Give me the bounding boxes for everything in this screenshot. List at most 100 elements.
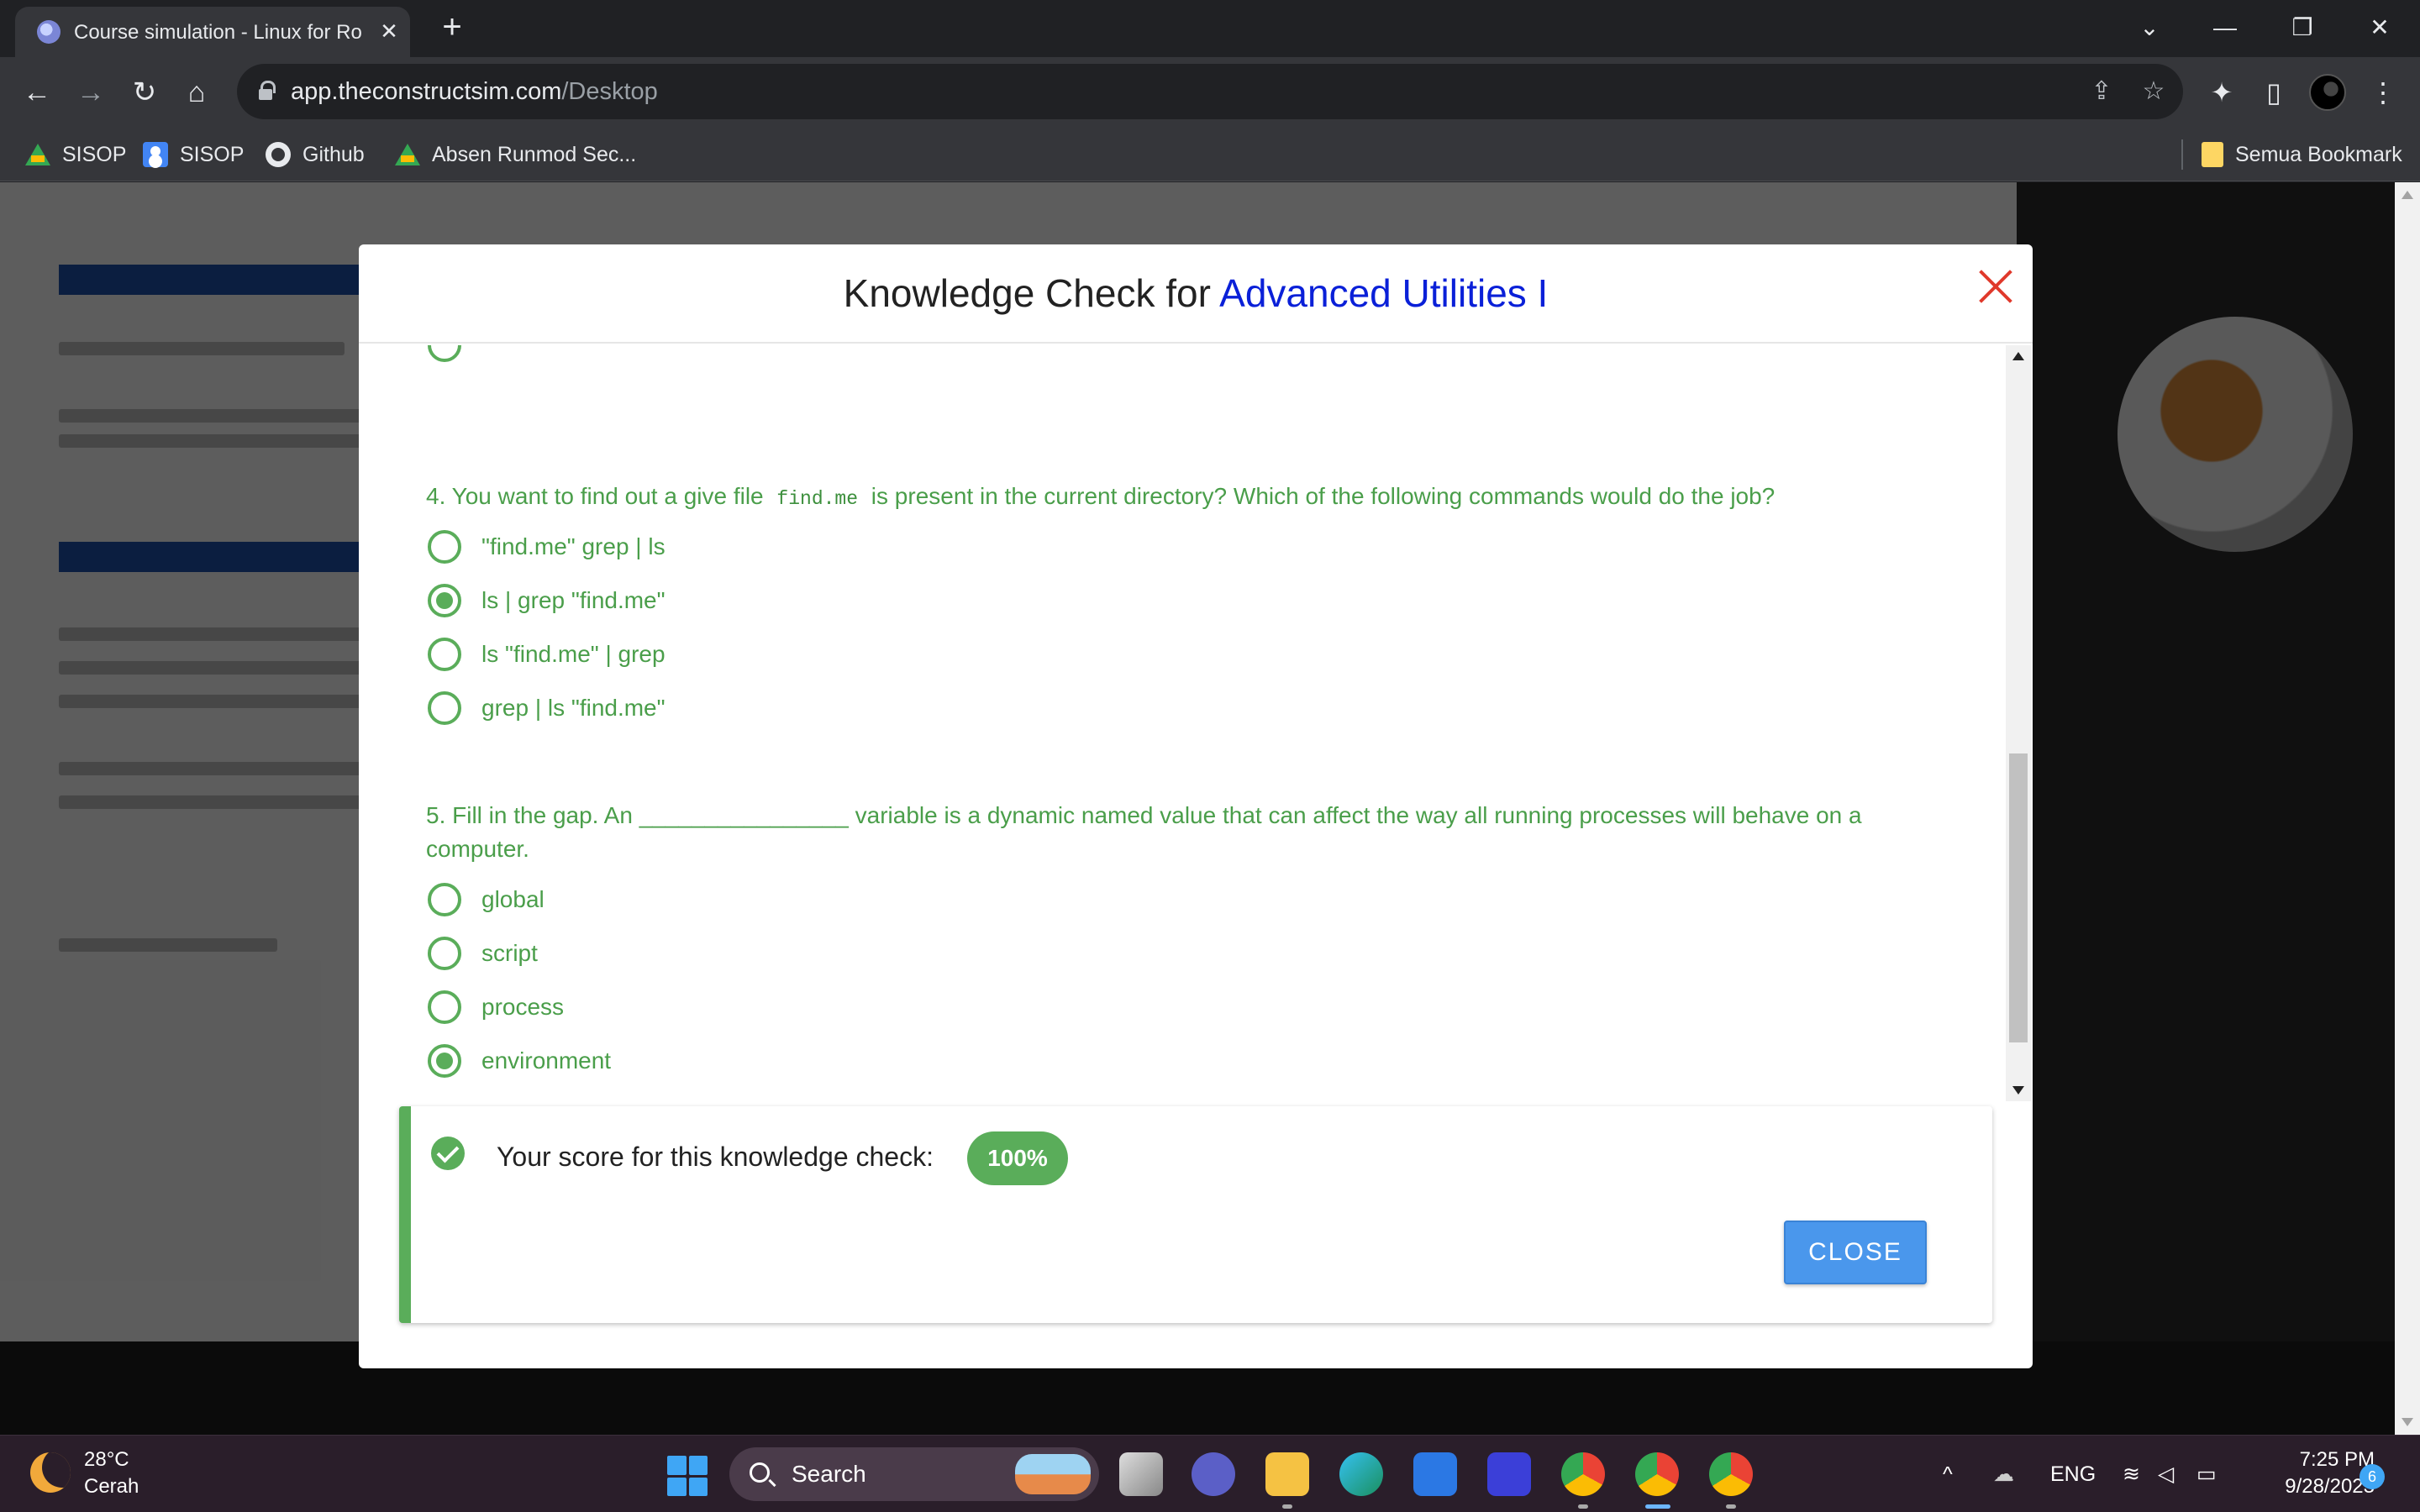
extensions-icon[interactable]: ✦	[2200, 71, 2244, 114]
scroll-up-arrow-icon[interactable]	[2402, 191, 2413, 199]
knowledge-check-modal: Knowledge Check for Advanced Utilities I…	[359, 244, 2033, 1368]
modal-scrollbar[interactable]	[2006, 345, 2031, 1101]
weather-desc[interactable]: Cerah	[84, 1474, 139, 1499]
tab-strip: Course simulation - Linux for Ro ✕ + ⌄ —…	[0, 0, 2420, 57]
option-label[interactable]: grep | ls "find.me"	[481, 691, 666, 725]
option-label[interactable]: "find.me" grep | ls	[481, 530, 666, 564]
chrome-profile-1-icon[interactable]	[1709, 1452, 1753, 1496]
bookmark-star-icon[interactable]: ☆	[2134, 72, 2173, 111]
wifi-icon[interactable]: ≋	[2123, 1459, 2140, 1489]
scroll-down-arrow-icon[interactable]	[2012, 1086, 2024, 1095]
q5-option-2[interactable]: script	[428, 935, 538, 972]
option-label[interactable]: global	[481, 883, 544, 916]
forward-icon[interactable]: →	[69, 71, 113, 114]
question-5-text: 5. Fill in the gap. An ________________ …	[426, 802, 1862, 862]
browser-tab-active[interactable]: Course simulation - Linux for Ro ✕	[15, 7, 410, 57]
page-scrollbar[interactable]	[2395, 182, 2420, 1435]
bookmark-label: Github	[302, 142, 365, 166]
restore-button[interactable]: ❐	[2277, 7, 2328, 49]
q4-option-3[interactable]: ls "find.me" | grep	[428, 636, 666, 673]
close-button[interactable]: CLOSE	[1784, 1221, 1927, 1284]
score-badge: 100%	[967, 1131, 1068, 1185]
radio-button[interactable]	[428, 530, 461, 564]
chrome-profile-p-icon[interactable]	[1561, 1452, 1605, 1496]
google-drive-icon	[395, 144, 420, 165]
construct-favicon-icon	[37, 20, 60, 44]
score-card: Your score for this knowledge check: 100…	[399, 1106, 1992, 1323]
q4-option-1[interactable]: "find.me" grep | ls	[428, 528, 666, 565]
option-label[interactable]: ls "find.me" | grep	[481, 638, 666, 671]
tray-overflow-icon[interactable]: ^	[1943, 1459, 1953, 1489]
share-icon[interactable]: ⇪	[2082, 72, 2121, 111]
clock-date[interactable]: 9/28/2023	[2240, 1474, 2375, 1499]
question-4-text-before: 4. You want to find out a give file	[426, 483, 771, 509]
bookmark-sisop-drive[interactable]: SISOP	[25, 138, 126, 171]
battery-icon[interactable]: ▭	[2196, 1459, 2217, 1489]
q4-option-4[interactable]: grep | ls "find.me"	[428, 690, 666, 727]
side-panel-icon[interactable]: ▯	[2252, 71, 2296, 114]
back-icon[interactable]: ←	[15, 71, 59, 114]
radio-button[interactable]	[428, 691, 461, 725]
volume-icon[interactable]: ◁	[2158, 1459, 2174, 1489]
url-host: app.theconstructsim.com	[291, 78, 562, 105]
reload-icon[interactable]: ↻	[123, 71, 166, 114]
app-icon[interactable]	[1487, 1452, 1531, 1496]
minimize-button[interactable]: —	[2200, 7, 2250, 49]
tab-title: Course simulation - Linux for Ro	[74, 21, 362, 44]
window-close-button[interactable]: ✕	[2354, 7, 2405, 49]
radio-button-selected[interactable]	[428, 584, 461, 617]
question-4-text-after: is present in the current directory? Whi…	[865, 483, 1776, 509]
file-explorer-icon[interactable]	[1265, 1452, 1309, 1496]
radio-button[interactable]	[428, 937, 461, 970]
option-label[interactable]: script	[481, 937, 538, 970]
q4-option-2[interactable]: ls | grep "find.me"	[428, 582, 666, 619]
clock-time[interactable]: 7:25 PM	[2274, 1447, 2375, 1473]
scroll-up-arrow-icon[interactable]	[2012, 352, 2024, 360]
profile-avatar[interactable]	[2309, 74, 2346, 111]
app-running-indicator	[1282, 1504, 1292, 1509]
option-label[interactable]: ls | grep "find.me"	[481, 584, 666, 617]
weather-temp[interactable]: 28°C	[84, 1447, 129, 1473]
radio-button[interactable]	[428, 883, 461, 916]
app-running-indicator	[1578, 1504, 1588, 1509]
tab-search-icon[interactable]: ⌄	[2124, 7, 2175, 49]
browser-toolbar: ← → ↻ ⌂ app.theconstructsim.com/Desktop …	[0, 57, 2420, 128]
onedrive-icon[interactable]: ☁	[1993, 1459, 2014, 1489]
scroll-down-arrow-icon[interactable]	[2402, 1418, 2413, 1426]
moon-icon[interactable]	[30, 1452, 71, 1493]
taskbar-search[interactable]: Search	[729, 1447, 1099, 1501]
notification-badge[interactable]: 6	[2360, 1464, 2385, 1489]
lock-icon[interactable]	[259, 81, 276, 101]
question-4-text: 4. You want to find out a give file find…	[426, 480, 1930, 516]
url-text[interactable]: app.theconstructsim.com/Desktop	[291, 76, 658, 108]
option-label[interactable]: process	[481, 990, 564, 1024]
language-indicator[interactable]: ENG	[2050, 1459, 2096, 1489]
home-icon[interactable]: ⌂	[175, 71, 218, 114]
radio-partial[interactable]	[428, 345, 461, 362]
q5-option-4[interactable]: environment	[428, 1042, 611, 1079]
modal-close-icon[interactable]	[1972, 263, 2019, 310]
q5-option-1[interactable]: global	[428, 881, 544, 918]
new-tab-button[interactable]: +	[434, 10, 471, 47]
tab-close-icon[interactable]: ✕	[375, 17, 403, 45]
microsoft-store-icon[interactable]	[1413, 1452, 1457, 1496]
q5-option-3[interactable]: process	[428, 989, 564, 1026]
bookmark-absen-runmod[interactable]: Absen Runmod Sec...	[395, 138, 636, 171]
option-label[interactable]: environment	[481, 1044, 611, 1078]
address-bar[interactable]: app.theconstructsim.com/Desktop ⇪ ☆	[237, 64, 2183, 119]
chrome-menu-icon[interactable]: ⋮	[2361, 71, 2405, 114]
teams-chat-icon[interactable]	[1192, 1452, 1235, 1496]
bookmark-sisop-contacts[interactable]: SISOP	[143, 138, 244, 171]
all-bookmarks-folder[interactable]: Semua Bookmark	[2202, 138, 2402, 171]
radio-button[interactable]	[428, 638, 461, 671]
score-label: Your score for this knowledge check:	[497, 1142, 934, 1172]
edge-icon[interactable]	[1339, 1452, 1383, 1496]
quiz-scroll-area[interactable]: 4. You want to find out a give file find…	[359, 345, 2006, 1101]
chrome-active-icon[interactable]	[1635, 1452, 1679, 1496]
radio-button-selected[interactable]	[428, 1044, 461, 1078]
task-view-icon[interactable]	[1119, 1452, 1163, 1496]
bookmark-github[interactable]: Github	[266, 138, 365, 171]
scrollbar-thumb[interactable]	[2009, 753, 2028, 1042]
windows-start-icon[interactable]	[667, 1456, 708, 1496]
radio-button[interactable]	[428, 990, 461, 1024]
